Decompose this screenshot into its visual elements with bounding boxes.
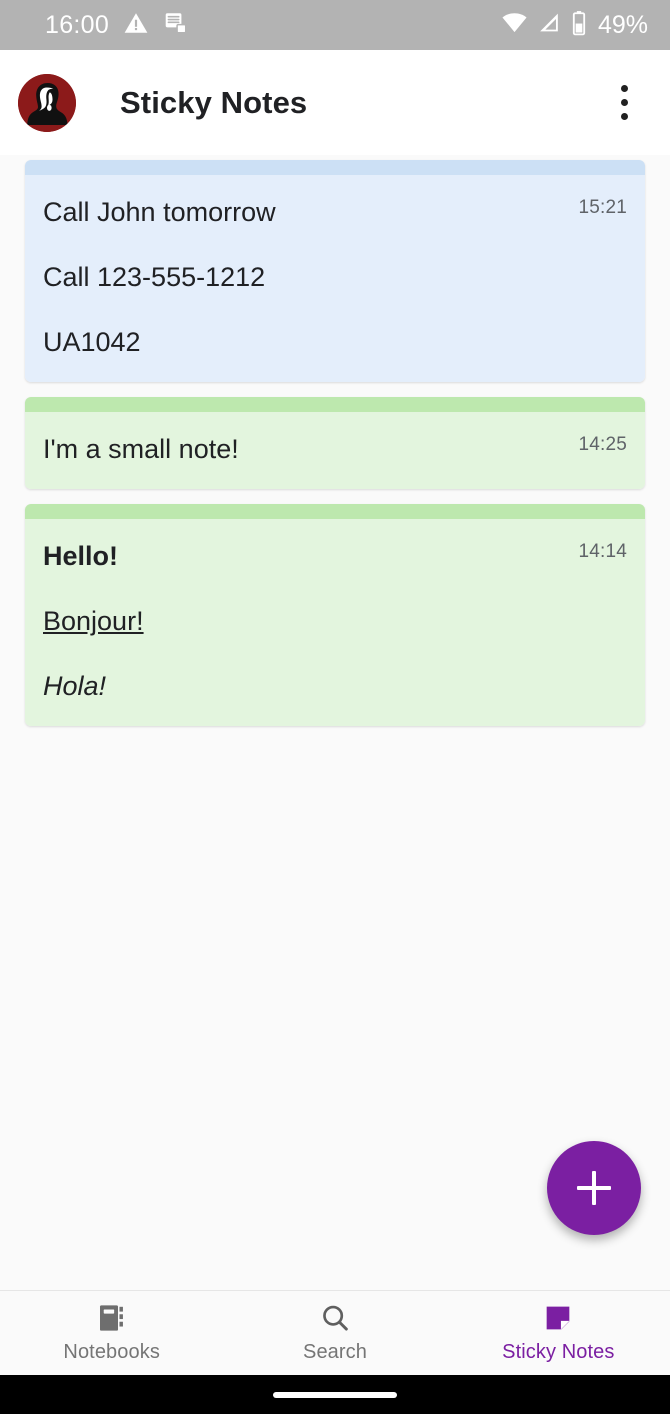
bottom-navigation: Notebooks Search Sticky Notes bbox=[0, 1290, 670, 1375]
note-card[interactable]: 14:14 Hello! Bonjour! Hola! bbox=[25, 504, 645, 726]
note-card[interactable]: 15:21 Call John tomorrow Call 123-555-1212… bbox=[25, 160, 645, 382]
nav-item-notebooks[interactable]: Notebooks bbox=[0, 1291, 223, 1375]
note-body: 14:14 Hello! Bonjour! Hola! bbox=[25, 519, 645, 726]
nav-item-sticky-notes[interactable]: Sticky Notes bbox=[447, 1291, 670, 1375]
status-bar-right: 49% bbox=[501, 9, 648, 41]
notes-stack-icon bbox=[163, 10, 189, 41]
note-timestamp: 14:25 bbox=[578, 434, 627, 455]
note-card[interactable]: 14:25 I'm a small note! bbox=[25, 397, 645, 489]
battery-icon bbox=[571, 10, 587, 41]
note-text-line: Hello! bbox=[43, 541, 119, 571]
note-text-line: Hola! bbox=[43, 671, 107, 701]
status-bar: 16:00 49% bbox=[0, 0, 670, 50]
warning-triangle-icon bbox=[123, 10, 149, 41]
app-bar: Sticky Notes bbox=[0, 50, 670, 156]
note-timestamp: 15:21 bbox=[578, 197, 627, 218]
search-icon bbox=[319, 1302, 351, 1334]
cellular-signal-icon bbox=[537, 10, 562, 40]
nav-label-search: Search bbox=[303, 1341, 367, 1363]
note-text-line: Call 123-555-1212 bbox=[43, 262, 266, 292]
notebook-icon bbox=[96, 1302, 128, 1334]
plus-icon bbox=[577, 1171, 611, 1205]
note-color-strip bbox=[25, 504, 645, 519]
nav-item-search[interactable]: Search bbox=[223, 1291, 446, 1375]
nav-label-sticky-notes: Sticky Notes bbox=[502, 1341, 615, 1363]
more-options-icon[interactable] bbox=[602, 73, 646, 133]
note-color-strip bbox=[25, 397, 645, 412]
note-text-line: I'm a small note! bbox=[43, 434, 239, 464]
notes-list: 15:21 Call John tomorrow Call 123-555-1212… bbox=[0, 155, 670, 1290]
sticky-note-icon bbox=[542, 1302, 574, 1334]
status-bar-left: 16:00 bbox=[45, 10, 189, 41]
battery-percent-label: 49% bbox=[597, 10, 648, 39]
note-timestamp: 14:14 bbox=[578, 541, 627, 562]
note-color-strip bbox=[25, 160, 645, 175]
wifi-icon bbox=[501, 9, 528, 41]
home-gesture-pill[interactable] bbox=[273, 1391, 397, 1398]
user-avatar[interactable] bbox=[18, 73, 76, 132]
note-text-line: Call John tomorrow bbox=[43, 197, 276, 227]
page-title: Sticky Notes bbox=[120, 84, 308, 120]
note-body: 14:25 I'm a small note! bbox=[25, 412, 645, 489]
note-text-line: UA1042 bbox=[43, 327, 141, 357]
add-note-button[interactable] bbox=[547, 1141, 641, 1235]
gesture-navigation-bar bbox=[0, 1375, 670, 1414]
status-clock: 16:00 bbox=[45, 10, 110, 39]
nav-label-notebooks: Notebooks bbox=[63, 1341, 160, 1363]
note-text-line: Bonjour! bbox=[43, 606, 144, 636]
note-body: 15:21 Call John tomorrow Call 123-555-1212… bbox=[25, 175, 645, 382]
